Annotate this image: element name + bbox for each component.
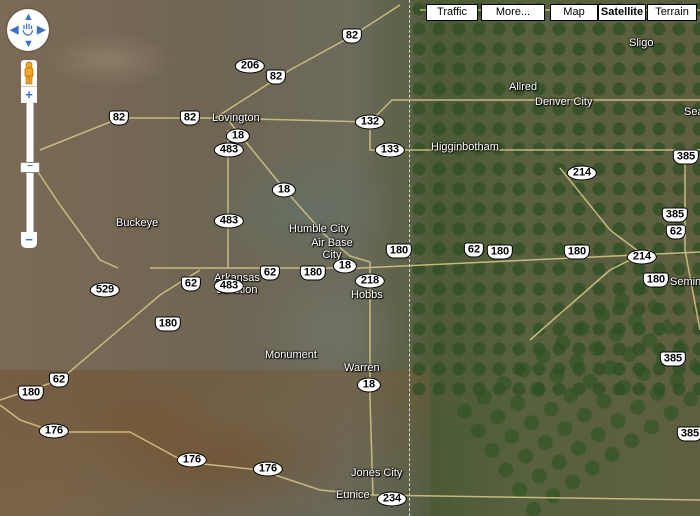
- zoom-in-button[interactable]: +: [21, 86, 37, 103]
- us-route-shield: 180: [486, 244, 514, 260]
- road-385: [684, 160, 700, 331]
- place-label: Buckeye: [116, 217, 159, 229]
- place-label: Humble City: [289, 223, 349, 235]
- us-route-shield: 82: [108, 110, 130, 126]
- zoom-slider-thumb[interactable]: −: [20, 162, 40, 173]
- us-route-shield: 62: [259, 265, 281, 281]
- pegman-icon: [24, 61, 34, 85]
- place-label: Semino: [670, 276, 700, 288]
- us-route-shield: 180: [642, 272, 670, 288]
- zoom-out-button[interactable]: −: [21, 232, 37, 248]
- place-label: Sligo: [629, 37, 654, 49]
- place-label: Seag: [684, 106, 700, 118]
- us-route-shield: 180: [154, 316, 182, 332]
- us-route-shield: 82: [265, 69, 287, 85]
- place-label: Air Base City: [311, 237, 353, 261]
- pan-right-icon[interactable]: ▶: [37, 25, 45, 36]
- road-234: [369, 494, 700, 501]
- us-route-shield: 62: [665, 224, 687, 240]
- pan-left-icon[interactable]: ◀: [10, 25, 18, 36]
- traffic-button[interactable]: Traffic: [426, 4, 478, 21]
- road-176: [0, 404, 371, 496]
- satellite-map[interactable]: Lovington Sligo Allred Denver City Higgi…: [0, 0, 700, 516]
- road-sw-ne: [529, 249, 651, 341]
- us-route-shield: 180: [299, 265, 327, 281]
- us-route-shield: 82: [341, 28, 363, 44]
- us-route-shield: 385: [659, 351, 687, 367]
- road-529: [29, 159, 119, 269]
- more-button[interactable]: More...: [481, 4, 545, 21]
- place-label: Warren: [344, 362, 380, 374]
- place-label: Allred: [509, 81, 538, 93]
- us-route-shield: 62: [48, 372, 70, 388]
- place-label: Hobbs: [351, 289, 383, 301]
- place-label: Higginbotham: [431, 141, 499, 153]
- pan-up-icon[interactable]: ▲: [23, 12, 34, 23]
- map-type-map-button[interactable]: Map: [550, 4, 598, 21]
- us-route-shield: 385: [672, 149, 700, 165]
- us-route-shield: 385: [661, 207, 689, 223]
- us-route-shield: 82: [179, 110, 201, 126]
- us-route-shield: 385: [676, 426, 700, 442]
- us-route-shield: 180: [385, 243, 413, 259]
- hand-icon: [22, 23, 34, 36]
- place-label: Jones City: [351, 467, 403, 479]
- place-label: Eunice: [336, 489, 370, 501]
- road-133: [369, 122, 700, 151]
- pan-control[interactable]: ▲ ▼ ◀ ▶: [7, 9, 49, 51]
- road-18: [227, 119, 374, 496]
- street-view-pegman[interactable]: [21, 60, 37, 86]
- us-route-shield: 180: [17, 385, 45, 401]
- place-label: Lovington: [212, 112, 260, 124]
- us-route-shield: 180: [563, 244, 591, 260]
- map-type-terrain-button[interactable]: Terrain: [647, 4, 697, 21]
- us-route-shield: 62: [180, 276, 202, 292]
- map-type-satellite-button[interactable]: Satellite: [598, 4, 646, 21]
- road-132: [214, 99, 700, 123]
- place-label: Denver City: [535, 96, 593, 108]
- pan-down-icon[interactable]: ▼: [23, 39, 34, 50]
- place-label: Monument: [265, 349, 317, 361]
- us-route-shield: 62: [463, 242, 485, 258]
